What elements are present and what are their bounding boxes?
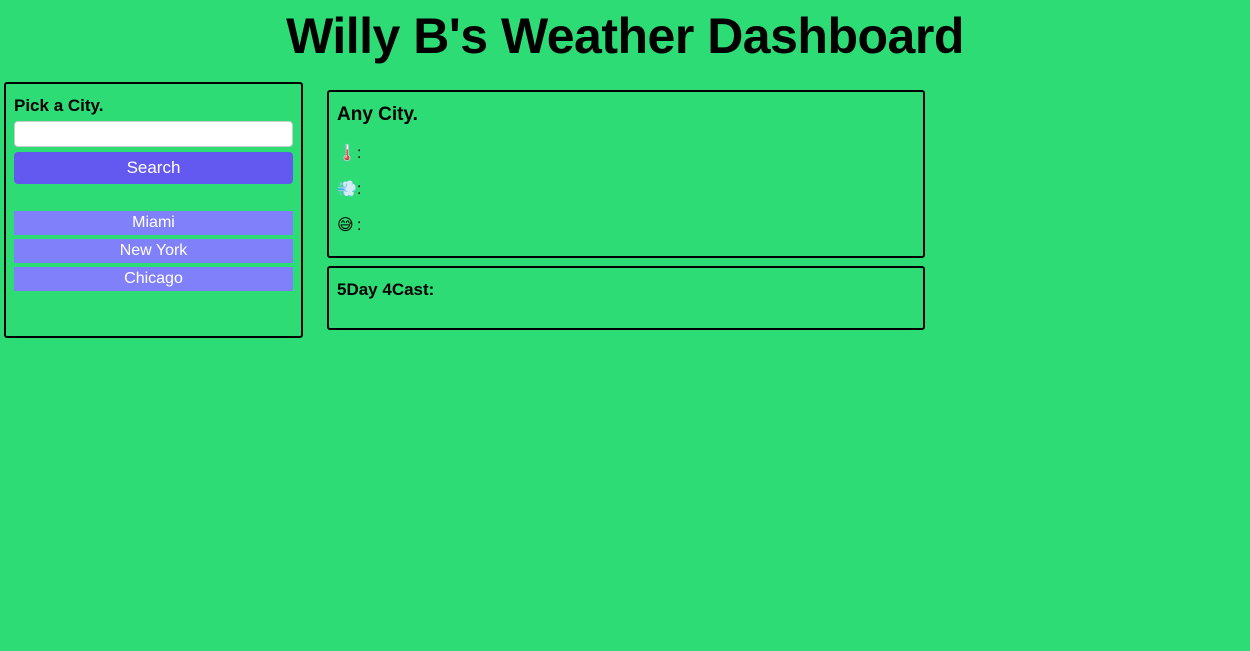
sweat-smile-icon: 😅: [337, 215, 354, 234]
humidity-row: 😅:: [337, 215, 361, 236]
search-panel: Pick a City. Search Miami New York Chica…: [4, 82, 303, 338]
humidity-value: :: [357, 217, 362, 234]
wind-row: 💨:: [337, 179, 361, 200]
forecast-panel: 5Day 4Cast:: [327, 266, 925, 330]
history-city-button-chicago[interactable]: Chicago: [14, 267, 293, 291]
forecast-heading: 5Day 4Cast:: [337, 280, 435, 299]
city-search-input[interactable]: [14, 121, 293, 147]
current-weather-panel: Any City. 🌡️: 💨: 😅:: [327, 90, 925, 258]
temperature-row: 🌡️:: [337, 143, 361, 164]
search-history-list: Miami New York Chicago: [14, 211, 293, 295]
search-heading: Pick a City.: [14, 96, 104, 115]
thermometer-icon: 🌡️: [337, 143, 357, 162]
current-city-name: Any City.: [337, 104, 418, 125]
history-city-button-new-york[interactable]: New York: [14, 239, 293, 263]
search-button[interactable]: Search: [14, 152, 293, 184]
wind-icon: 💨: [337, 179, 357, 198]
page-title: Willy B's Weather Dashboard: [286, 8, 964, 64]
history-city-button-miami[interactable]: Miami: [14, 211, 293, 235]
wind-value: :: [357, 181, 362, 198]
temperature-value: :: [357, 145, 362, 162]
